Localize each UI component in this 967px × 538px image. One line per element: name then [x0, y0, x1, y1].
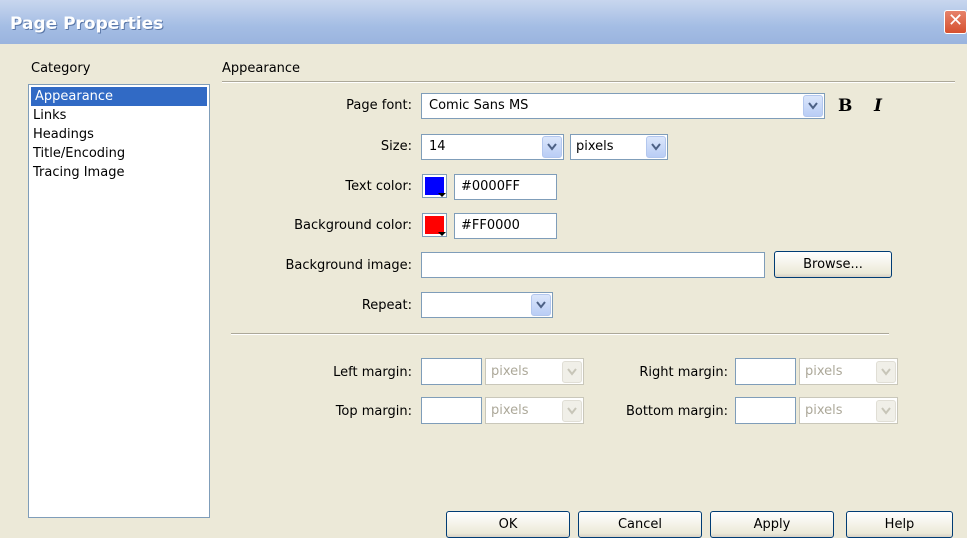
browse-button[interactable]: Browse... [774, 251, 892, 278]
margins-divider [231, 333, 889, 335]
category-label: Category [31, 61, 91, 76]
category-item-headings[interactable]: Headings [29, 125, 209, 144]
cancel-button[interactable]: Cancel [578, 511, 702, 538]
section-divider [222, 81, 955, 83]
chevron-down-icon[interactable] [542, 136, 562, 158]
page-font-select[interactable]: Comic Sans MS [421, 93, 825, 119]
category-item-title-encoding[interactable]: Title/Encoding [29, 144, 209, 163]
bg-color-swatch[interactable] [422, 213, 447, 237]
text-color-input[interactable]: #0000FF [454, 174, 557, 200]
ok-button[interactable]: OK [446, 511, 570, 538]
page-font-value: Comic Sans MS [429, 98, 529, 113]
chevron-down-icon [876, 400, 896, 422]
text-color-value: #0000FF [461, 179, 520, 194]
close-button[interactable]: ✕ [944, 10, 967, 34]
top-margin-input[interactable] [421, 397, 482, 424]
text-color-swatch[interactable] [422, 174, 447, 198]
left-margin-input[interactable] [421, 358, 482, 385]
italic-button[interactable]: I [874, 96, 882, 116]
category-item-links[interactable]: Links [29, 106, 209, 125]
bottom-margin-unit-select: pixels [799, 397, 898, 424]
right-margin-input[interactable] [735, 358, 796, 385]
right-margin-unit-select: pixels [799, 358, 898, 385]
chevron-down-icon[interactable] [531, 294, 551, 316]
dropdown-arrow-icon [438, 193, 446, 197]
apply-button[interactable]: Apply [710, 511, 834, 538]
help-button[interactable]: Help [846, 511, 953, 538]
close-icon: ✕ [947, 10, 964, 31]
size-select[interactable]: 14 [421, 134, 564, 160]
text-color-label: Text color: [345, 179, 412, 194]
bg-color-input[interactable]: #FF0000 [454, 213, 557, 239]
dropdown-arrow-icon [438, 232, 446, 236]
size-unit-value: pixels [576, 139, 614, 154]
size-value: 14 [429, 139, 446, 154]
category-list[interactable]: Appearance Links Headings Title/Encoding… [28, 84, 210, 518]
category-item-tracing-image[interactable]: Tracing Image [29, 163, 209, 182]
top-margin-unit-value: pixels [491, 403, 529, 418]
bg-color-label: Background color: [294, 218, 412, 233]
chevron-down-icon[interactable] [646, 136, 666, 158]
bottom-margin-unit-value: pixels [805, 403, 843, 418]
size-label: Size: [380, 139, 412, 154]
category-item-appearance[interactable]: Appearance [31, 87, 207, 106]
top-margin-label: Top margin: [335, 404, 412, 419]
right-margin-unit-value: pixels [805, 364, 843, 379]
size-unit-select[interactable]: pixels [570, 134, 668, 160]
section-title: Appearance [222, 61, 301, 76]
title-bar: Page Properties ✕ [0, 0, 967, 44]
left-margin-label: Left margin: [333, 365, 412, 380]
bg-image-input[interactable] [421, 252, 765, 278]
repeat-label: Repeat: [361, 298, 412, 313]
window-title: Page Properties [10, 14, 164, 34]
bold-button[interactable]: B [838, 96, 852, 116]
bg-image-label: Background image: [285, 258, 412, 273]
chevron-down-icon[interactable] [803, 95, 823, 117]
repeat-select[interactable] [421, 292, 553, 318]
chevron-down-icon [876, 361, 896, 383]
page-font-label: Page font: [346, 98, 412, 113]
bg-color-value: #FF0000 [461, 218, 520, 233]
bottom-margin-label: Bottom margin: [625, 404, 728, 419]
bottom-margin-input[interactable] [735, 397, 796, 424]
left-margin-unit-value: pixels [491, 364, 529, 379]
right-margin-label: Right margin: [639, 365, 728, 380]
